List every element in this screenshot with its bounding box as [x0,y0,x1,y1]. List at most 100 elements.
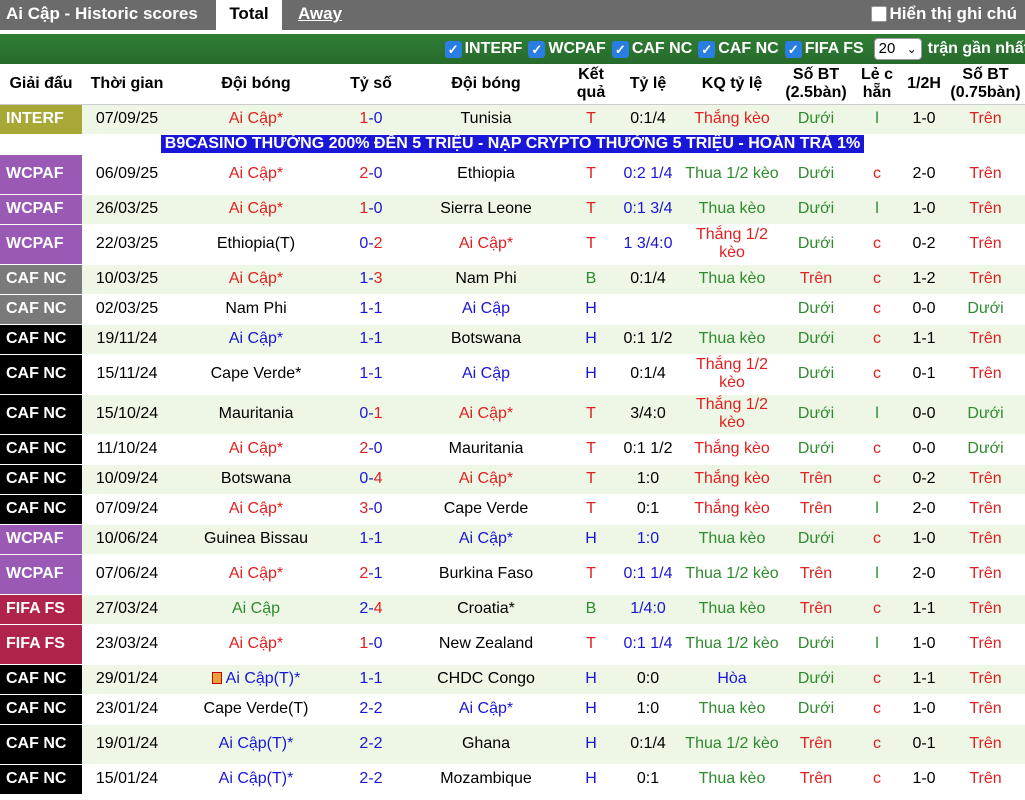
home-team[interactable]: Ai Cập* [172,494,340,525]
league-badge[interactable]: INTERF [0,104,82,135]
score[interactable]: 0-1 [340,394,402,435]
league-badge[interactable]: FIFA FS [0,624,82,665]
home-team[interactable]: Ai Cập(T)* [172,664,340,695]
home-team[interactable]: Guinea Bissau [172,524,340,555]
score[interactable]: 1-0 [340,104,402,135]
home-team[interactable]: Ai Cập(T)* [172,764,340,795]
home-team[interactable]: Mauritania [172,394,340,435]
half-time-score: 0-2 [902,464,946,495]
match-count-select[interactable]: 20 ⌄ [873,38,922,60]
score[interactable]: 2-2 [340,764,402,795]
odd-even: c [852,664,902,695]
away-team[interactable]: Mauritania [402,434,570,465]
league-badge[interactable]: WCPAF [0,154,82,195]
away-team[interactable]: New Zealand [402,624,570,665]
score[interactable]: 2-0 [340,434,402,465]
away-team[interactable]: Ai Cập* [402,694,570,725]
away-team[interactable]: Nam Phi [402,264,570,295]
home-team[interactable]: Cape Verde* [172,354,340,395]
home-team[interactable]: Ai Cập(T)* [172,724,340,765]
league-badge[interactable]: CAF NC [0,434,82,465]
show-note-toggle[interactable]: Hiển thị ghi chú [870,4,1017,24]
check-icon[interactable]: ✓ [784,40,802,58]
score[interactable]: 2-1 [340,554,402,595]
score[interactable]: 2-2 [340,724,402,765]
score[interactable]: 0-2 [340,224,402,265]
home-team[interactable]: Ai Cập* [172,434,340,465]
score[interactable]: 2-2 [340,694,402,725]
league-badge[interactable]: CAF NC [0,294,82,325]
away-team[interactable]: Ai Cập* [402,464,570,495]
home-team[interactable]: Botswana [172,464,340,495]
home-team[interactable]: Ai Cập [172,594,340,625]
away-team[interactable]: Mozambique [402,764,570,795]
show-note-checkbox[interactable] [870,6,887,22]
home-team[interactable]: Ai Cập* [172,104,340,135]
league-badge[interactable]: CAF NC [0,464,82,495]
match-result: H [570,294,612,325]
league-badge[interactable]: CAF NC [0,764,82,795]
score[interactable]: 1-1 [340,354,402,395]
score[interactable]: 0-4 [340,464,402,495]
league-badge[interactable]: CAF NC [0,354,82,395]
home-team[interactable]: Cape Verde(T) [172,694,340,725]
league-badge[interactable]: CAF NC [0,494,82,525]
home-team[interactable]: Nam Phi [172,294,340,325]
score[interactable]: 1-0 [340,624,402,665]
away-team[interactable]: Ai Cập [402,354,570,395]
score[interactable]: 3-0 [340,494,402,525]
away-team[interactable]: Ghana [402,724,570,765]
check-icon[interactable]: ✓ [444,40,462,58]
home-team[interactable]: Ai Cập* [172,324,340,355]
tab-away[interactable]: Away [294,0,346,30]
filter-interf[interactable]: ✓ INTERF [444,40,522,58]
tab-total[interactable]: Total [216,0,282,30]
home-team[interactable]: Ai Cập* [172,554,340,595]
home-team[interactable]: Ethiopia(T) [172,224,340,265]
filter-wcpaf[interactable]: ✓ WCPAF [528,40,606,58]
league-badge[interactable]: CAF NC [0,324,82,355]
away-team[interactable]: Sierra Leone [402,194,570,225]
away-team[interactable]: Ai Cập* [402,224,570,265]
away-team[interactable]: Ai Cập [402,294,570,325]
score[interactable]: 1-1 [340,524,402,555]
league-badge[interactable]: WCPAF [0,194,82,225]
score[interactable]: 1-0 [340,194,402,225]
league-badge[interactable]: CAF NC [0,694,82,725]
away-team[interactable]: Botswana [402,324,570,355]
league-badge[interactable]: CAF NC [0,664,82,695]
score[interactable]: 2-0 [340,154,402,195]
home-team[interactable]: Ai Cập* [172,154,340,195]
score[interactable]: 1-3 [340,264,402,295]
filter-caf-nc[interactable]: ✓ CAF NC [611,40,692,58]
away-team[interactable]: CHDC Congo [402,664,570,695]
promo-banner-link[interactable]: B9CASINO THƯỞNG 200% ĐẾN 5 TRIỆU - NẠP C… [160,135,865,153]
away-team[interactable]: Ai Cập* [402,524,570,555]
score[interactable]: 2-4 [340,594,402,625]
score[interactable]: 1-1 [340,324,402,355]
check-icon[interactable]: ✓ [528,40,546,58]
home-team[interactable]: Ai Cập* [172,264,340,295]
league-badge[interactable]: CAF NC [0,264,82,295]
away-team[interactable]: Burkina Faso [402,554,570,595]
check-icon[interactable]: ✓ [611,40,629,58]
away-team[interactable]: Ai Cập* [402,394,570,435]
league-badge[interactable]: WCPAF [0,554,82,595]
away-team[interactable]: Ethiopia [402,154,570,195]
away-team[interactable]: Croatia* [402,594,570,625]
score[interactable]: 1-1 [340,664,402,695]
away-team[interactable]: Cape Verde [402,494,570,525]
home-team[interactable]: Ai Cập* [172,624,340,665]
home-team[interactable]: Ai Cập* [172,194,340,225]
league-badge[interactable]: WCPAF [0,224,82,265]
filter-caf-nc-2[interactable]: ✓ CAF NC [698,40,779,58]
check-icon[interactable]: ✓ [698,40,716,58]
league-badge[interactable]: FIFA FS [0,594,82,625]
filter-fifa-fs[interactable]: ✓ FIFA FS [784,40,864,58]
score[interactable]: 1-1 [340,294,402,325]
league-badge[interactable]: CAF NC [0,394,82,435]
away-goals: 2 [373,700,383,717]
away-team[interactable]: Tunisia [402,104,570,135]
league-badge[interactable]: WCPAF [0,524,82,555]
league-badge[interactable]: CAF NC [0,724,82,765]
